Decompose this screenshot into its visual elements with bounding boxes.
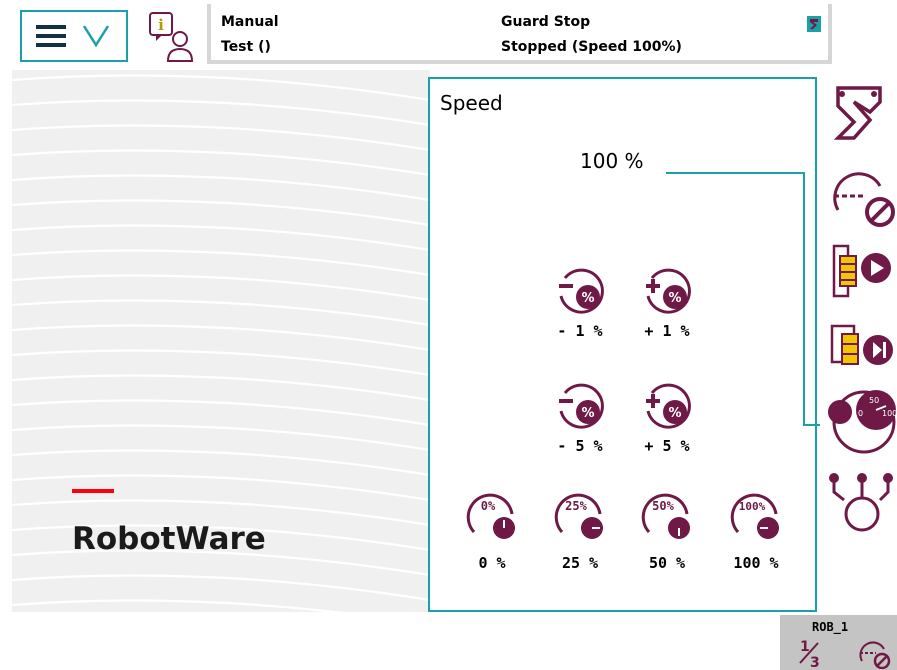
speed-preset-100-icon: 100% xyxy=(730,493,779,539)
mechanical-unit-status[interactable]: ROB_1 1 3 xyxy=(780,615,897,670)
speed-icon: 50 0 100 xyxy=(828,390,897,454)
svg-text:3: 3 xyxy=(810,655,820,669)
rob-label: ROB_1 xyxy=(812,620,849,634)
speed-plus-icon: % xyxy=(646,383,691,429)
svg-text:100: 100 xyxy=(882,409,897,418)
tasks-button[interactable] xyxy=(824,470,897,540)
svg-text:100%: 100% xyxy=(739,500,766,513)
increment-icon xyxy=(833,172,895,227)
svg-text:%: % xyxy=(581,406,594,421)
svg-text:%: % xyxy=(581,291,594,306)
speed-panel: Speed 100 % % - 1 % % + 1 % % - 5 % % + … xyxy=(428,77,820,612)
increment-off-icon xyxy=(859,641,891,669)
speed-preset-50-icon: 50% xyxy=(641,493,690,539)
speed-preset-25-icon: 25% xyxy=(554,493,603,539)
speed-preset-100-button[interactable]: 100% 100 % xyxy=(718,484,794,574)
speed-preset-0-icon: 0% xyxy=(466,493,515,539)
tasks-icon xyxy=(829,473,893,532)
coordinate-system-fraction-icon: 1 3 xyxy=(799,639,820,669)
controller-state: Guard Stop xyxy=(501,14,591,30)
speed-minus-icon: % xyxy=(559,383,604,429)
speed-plus-5-label: + 5 % xyxy=(644,437,690,455)
speed-preset-100-label: 100 % xyxy=(733,554,779,572)
operating-mode: Manual xyxy=(221,14,279,30)
speed-preset-25-label: 25 % xyxy=(561,554,599,572)
speed-value: 100 % xyxy=(580,149,644,173)
program-name: Test () xyxy=(221,39,271,55)
step-mode-icon xyxy=(830,324,893,365)
brand-name: RobotWare xyxy=(72,521,266,557)
speed-plus-icon: % xyxy=(646,268,691,314)
speed-preset-50-label: 50 % xyxy=(648,554,686,572)
speed-preset-0-button[interactable]: 0% 0 % xyxy=(454,484,530,574)
speed-plus-1-label: + 1 % xyxy=(644,322,690,340)
run-mode-icon xyxy=(832,244,891,298)
mechanical-unit-button[interactable] xyxy=(824,82,897,148)
svg-text:i: i xyxy=(158,16,164,34)
speed-preset-50-button[interactable]: 50% 50 % xyxy=(629,484,705,574)
main-menu-button[interactable] xyxy=(20,10,128,62)
speed-minus-1-label: - 1 % xyxy=(557,322,603,340)
svg-text:0: 0 xyxy=(858,409,863,418)
speed-button[interactable]: 50 0 100 xyxy=(824,386,897,462)
speed-plus-5-button[interactable]: % + 5 % xyxy=(632,379,702,459)
operator-info-icon[interactable]: i xyxy=(148,11,200,63)
speed-minus-icon: % xyxy=(559,268,604,314)
svg-text:50%: 50% xyxy=(652,499,674,513)
step-mode-button[interactable] xyxy=(824,318,897,384)
svg-text:0%: 0% xyxy=(481,499,496,513)
speed-preset-25-button[interactable]: 25% 25 % xyxy=(542,484,618,574)
execution-state: Stopped (Speed 100%) xyxy=(501,39,682,55)
speed-plus-1-button[interactable]: % + 1 % xyxy=(632,264,702,344)
run-mode-button[interactable] xyxy=(824,236,897,302)
speed-minus-5-button[interactable]: % - 5 % xyxy=(545,379,615,459)
status-bar[interactable]: Manual Test () Guard Stop Stopped (Speed… xyxy=(207,4,832,64)
increment-button[interactable] xyxy=(824,160,897,227)
hamburger-menu-icon xyxy=(36,25,110,48)
speed-preset-0-label: 0 % xyxy=(478,554,506,572)
mechanical-unit-icon xyxy=(833,86,882,140)
svg-text:25%: 25% xyxy=(565,499,587,513)
robot-quickset-icon xyxy=(807,16,821,32)
svg-text:%: % xyxy=(668,406,681,421)
speed-minus-1-button[interactable]: % - 1 % xyxy=(545,264,615,344)
speed-title: Speed xyxy=(440,91,503,115)
brand-accent-line xyxy=(72,489,114,493)
speed-minus-5-label: - 5 % xyxy=(557,437,603,455)
svg-text:%: % xyxy=(668,291,681,306)
svg-text:50: 50 xyxy=(869,396,879,405)
